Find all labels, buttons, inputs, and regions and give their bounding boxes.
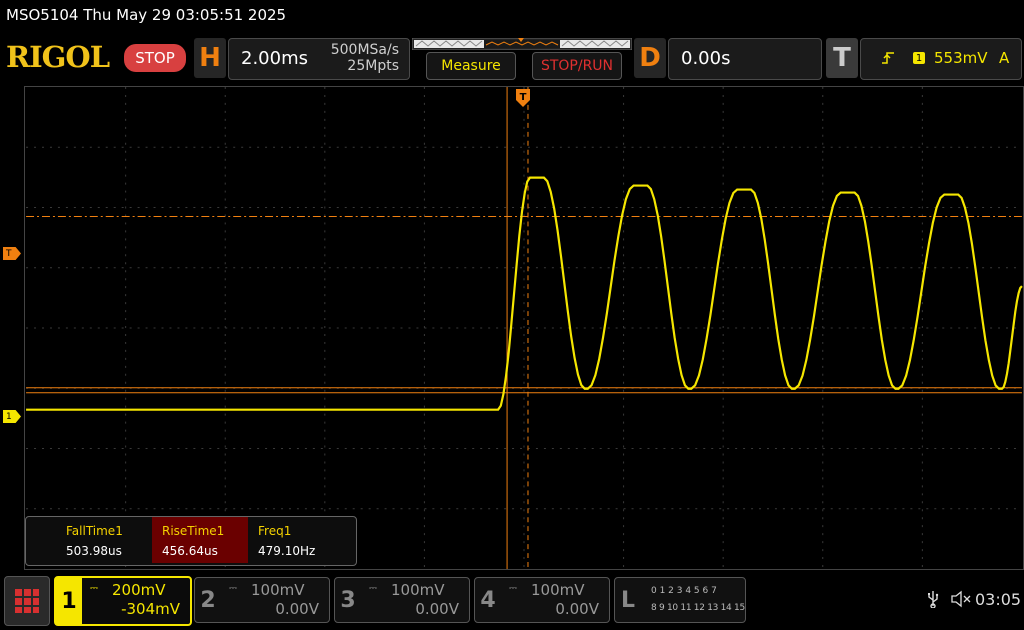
dc-coupling-icon: ⎓: [369, 583, 377, 594]
dc-coupling-icon: ⎓: [509, 583, 517, 594]
channel4-scale: 100mV: [531, 581, 585, 599]
channel3-number: 3: [340, 587, 356, 613]
measurement-value: 479.10Hz: [258, 544, 316, 558]
channel3-offset: 0.00V: [415, 600, 459, 618]
channel3-scale: 100mV: [391, 581, 445, 599]
stop-run-label: STOP/RUN: [540, 58, 614, 74]
rising-edge-icon: [882, 52, 894, 64]
clock: 03:05: [975, 590, 1022, 609]
measurement-panel[interactable]: FallTime1 503.98us RiseTime1 456.64us Fr…: [25, 516, 357, 566]
waveform-display[interactable]: [24, 86, 1024, 570]
measurement-rise-time[interactable]: RiseTime1 456.64us: [152, 517, 248, 563]
dc-coupling-icon: ⎓: [90, 583, 98, 594]
channel3-panel[interactable]: 3 ⎓ 100mV 0.00V: [334, 577, 470, 623]
channel1-offset: -304mV: [121, 600, 180, 618]
trigger-level-marker[interactable]: T: [3, 247, 21, 260]
channel1-panel[interactable]: 1 ⎓ 200mV -304mV: [54, 576, 192, 626]
grid-menu-icon: [15, 589, 39, 613]
trigger-level: 553mV: [934, 49, 988, 67]
memory-overview-bar[interactable]: [412, 38, 632, 50]
sample-rate: 500MSa/s: [330, 42, 399, 58]
channel4-panel[interactable]: 4 ⎓ 100mV 0.00V: [474, 577, 610, 623]
measurement-name: RiseTime1: [162, 524, 225, 538]
logic-letter: L: [620, 587, 636, 613]
measurement-value: 503.98us: [66, 544, 122, 558]
measure-label: Measure: [441, 58, 501, 74]
trigger-position-marker[interactable]: T: [515, 88, 531, 108]
window-title: MSO5104 Thu May 29 03:05:51 2025: [6, 6, 287, 24]
measurement-name: Freq1: [258, 524, 292, 538]
channel2-panel[interactable]: 2 ⎓ 100mV 0.00V: [194, 577, 330, 623]
channel2-scale: 100mV: [251, 581, 305, 599]
horizontal-scale-panel[interactable]: 2.00ms 500MSa/s 25Mpts: [228, 38, 410, 80]
channel4-number: 4: [480, 587, 496, 613]
delay-panel[interactable]: 0.00s: [668, 38, 822, 80]
logic-analyzer-panel[interactable]: L 0 1 2 3 4 5 6 7 8 9 10 11 12 13 14 15: [614, 577, 746, 623]
svg-text:T: T: [520, 92, 527, 103]
measurement-fall-time[interactable]: FallTime1 503.98us: [56, 517, 152, 563]
horizontal-menu-button[interactable]: H: [194, 38, 226, 78]
brand-logo: RIGOL: [6, 40, 110, 74]
channel2-offset: 0.00V: [275, 600, 319, 618]
measurement-value: 456.64us: [162, 544, 218, 558]
timebase-value: 2.00ms: [241, 48, 308, 69]
memory-depth: 25Mpts: [347, 58, 399, 74]
run-state-badge[interactable]: STOP: [124, 44, 186, 72]
measure-button[interactable]: Measure: [426, 52, 516, 80]
channel1-number: 1: [56, 578, 82, 624]
measurement-name: FallTime1: [66, 524, 123, 538]
graticule: [26, 87, 1022, 569]
channel1-scale: 200mV: [112, 581, 166, 599]
delay-menu-button[interactable]: D: [634, 38, 666, 78]
logic-channels-row2: 8 9 10 11 12 13 14 15: [651, 603, 745, 613]
trigger-menu-button[interactable]: T: [826, 38, 858, 78]
channel2-number: 2: [200, 587, 216, 613]
channel4-offset: 0.00V: [555, 600, 599, 618]
channel1-ground-marker[interactable]: 1: [3, 410, 21, 423]
measurement-frequency[interactable]: Freq1 479.10Hz: [248, 517, 344, 563]
usb-icon: [928, 591, 939, 608]
trigger-mode: A: [999, 49, 1010, 67]
speaker-muted-icon[interactable]: [950, 590, 972, 608]
delay-value: 0.00s: [681, 48, 731, 69]
main-menu-button[interactable]: [4, 576, 50, 626]
trigger-source-badge: 1: [913, 52, 925, 64]
logic-channels-row1: 0 1 2 3 4 5 6 7: [651, 586, 717, 596]
trigger-panel[interactable]: 1 553mV A: [860, 38, 1022, 80]
stop-run-button[interactable]: STOP/RUN: [532, 52, 622, 80]
dc-coupling-icon: ⎓: [229, 583, 237, 594]
